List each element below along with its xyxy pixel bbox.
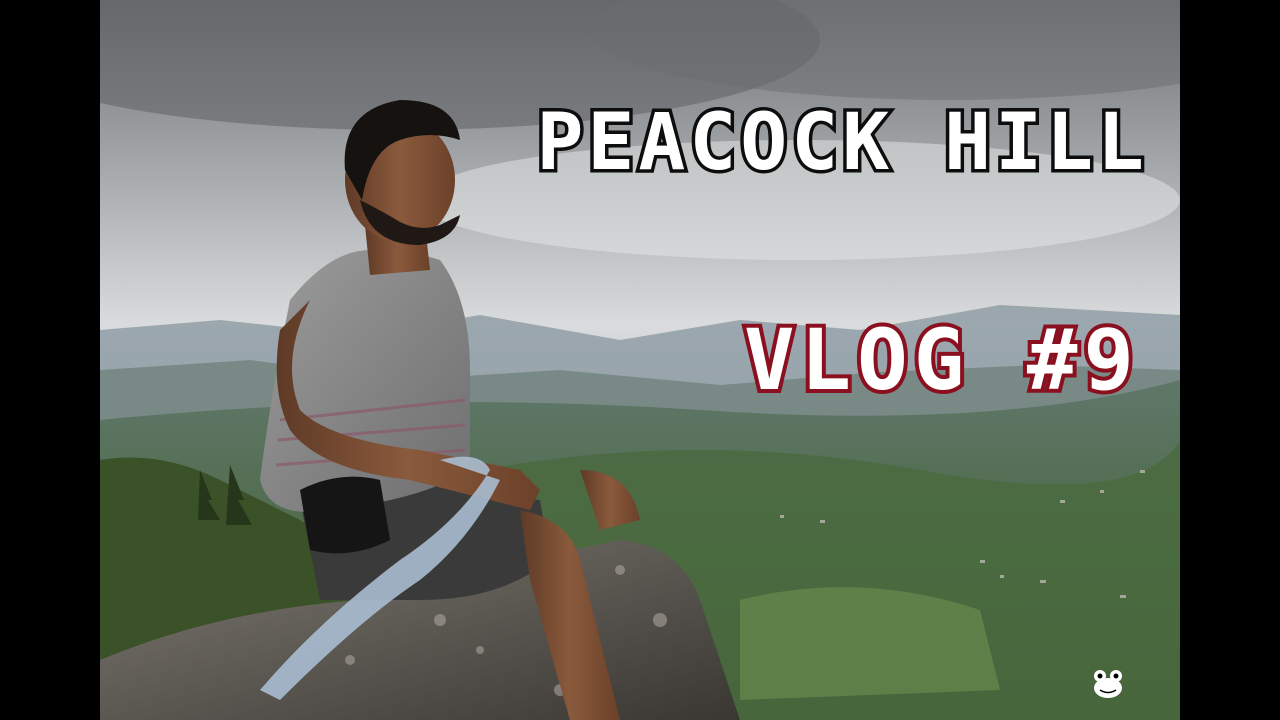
channel-watermark xyxy=(1088,662,1168,702)
video-thumbnail: PEACOCK HILL VLOG #9 xyxy=(0,0,1280,720)
frog-mascot-icon xyxy=(1094,670,1122,698)
title-peacock-hill: PEACOCK HILL xyxy=(533,98,1148,188)
title-vlog-number: VLOG #9 xyxy=(740,311,1140,409)
